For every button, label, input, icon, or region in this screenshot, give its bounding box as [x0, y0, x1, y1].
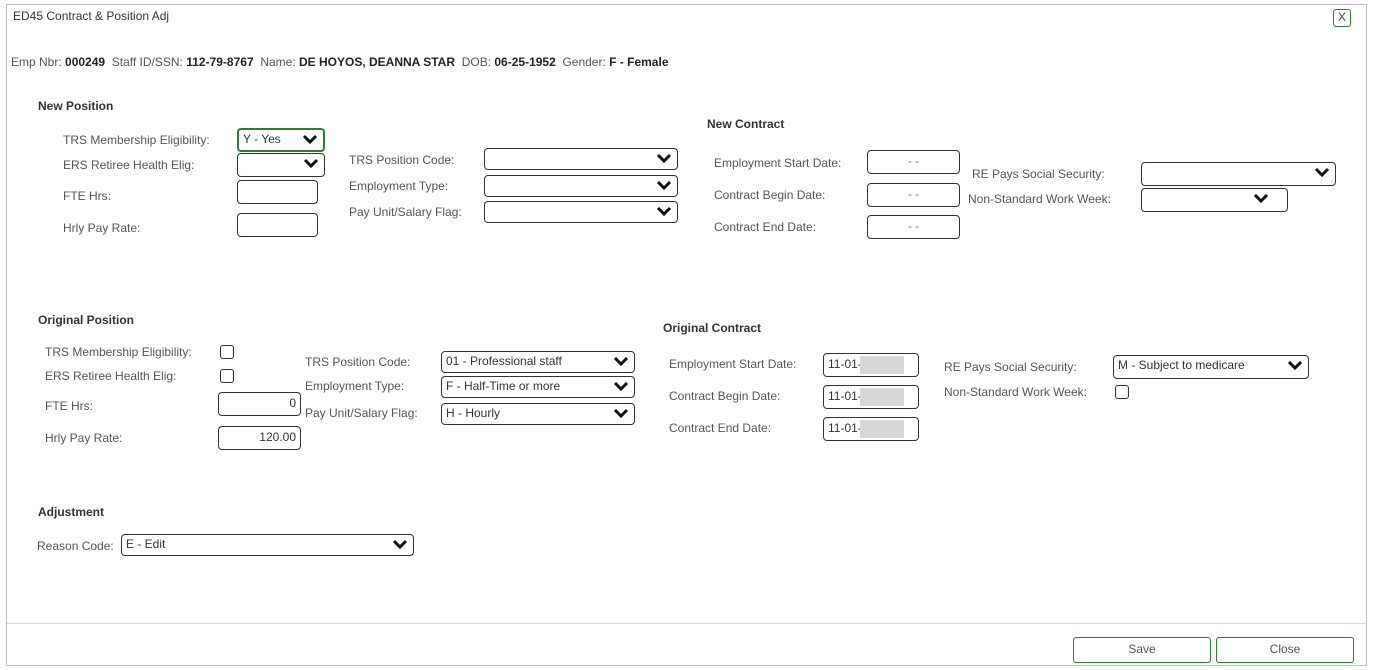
- dialog-title: ED45 Contract & Position Adj: [13, 9, 170, 23]
- chevron-down-icon: [1253, 193, 1269, 204]
- staff-id-label: Staff ID/SSN:: [111, 55, 183, 69]
- new-begin-date-input[interactable]: - -: [867, 183, 960, 207]
- new-fte-input[interactable]: [237, 180, 318, 204]
- chevron-down-icon: [613, 356, 629, 367]
- redacted-year: [859, 387, 904, 406]
- orig-nsww-label: Non-Standard Work Week:: [944, 385, 1087, 399]
- new-contract-heading: New Contract: [707, 117, 785, 131]
- orig-pay-unit-value: H - Hourly: [446, 406, 501, 420]
- redacted-year: [859, 419, 904, 438]
- orig-emp-type-value: F - Half-Time or more: [446, 379, 561, 393]
- orig-begin-date-input[interactable]: 11-01-: [823, 385, 919, 409]
- orig-pay-unit-label: Pay Unit/Salary Flag:: [305, 406, 418, 420]
- save-button[interactable]: Save: [1073, 637, 1211, 663]
- chevron-down-icon: [1287, 360, 1303, 371]
- new-pay-unit-label: Pay Unit/Salary Flag:: [349, 205, 462, 219]
- chevron-down-icon: [392, 539, 408, 550]
- orig-trs-code-select[interactable]: 01 - Professional staff: [441, 351, 635, 373]
- close-icon[interactable]: X: [1333, 9, 1351, 27]
- chevron-down-icon: [303, 158, 319, 169]
- new-trs-code-label: TRS Position Code:: [349, 153, 455, 167]
- emp-nbr-label: Emp Nbr:: [11, 55, 62, 69]
- reason-code-select[interactable]: E - Edit: [121, 534, 414, 556]
- new-ss-label: RE Pays Social Security:: [972, 167, 1105, 181]
- orig-end-label: Contract End Date:: [669, 421, 772, 435]
- new-emp-type-label: Employment Type:: [349, 179, 449, 193]
- chevron-down-icon: [1314, 167, 1330, 178]
- employee-name: DE HOYOS, DEANNA STAR: [299, 55, 456, 69]
- orig-end-date-value: 11-01-: [828, 421, 862, 435]
- adjustment-heading: Adjustment: [38, 505, 104, 519]
- orig-ss-value: M - Subject to medicare: [1118, 358, 1245, 372]
- new-rate-label: Hrly Pay Rate:: [63, 221, 141, 235]
- new-ss-select[interactable]: [1141, 162, 1336, 186]
- orig-pay-unit-select[interactable]: H - Hourly: [441, 403, 635, 425]
- orig-ss-label: RE Pays Social Security:: [944, 360, 1077, 374]
- dob-label: DOB:: [461, 55, 492, 69]
- reason-code-label: Reason Code:: [37, 539, 114, 553]
- new-rate-input[interactable]: [237, 213, 318, 237]
- new-emp-type-select[interactable]: [484, 175, 678, 197]
- orig-trs-elig-checkbox[interactable]: [220, 345, 234, 359]
- orig-end-date-input[interactable]: 11-01-: [823, 417, 919, 441]
- orig-start-date-input[interactable]: 11-01-: [823, 353, 919, 377]
- close-button[interactable]: Close: [1216, 637, 1354, 663]
- dialog-window: ED45 Contract & Position Adj X Emp Nbr: …: [6, 4, 1367, 666]
- employee-header: Emp Nbr: 000249 Staff ID/SSN: 112-79-876…: [11, 55, 669, 69]
- new-trs-elig-select[interactable]: Y - Yes: [237, 128, 325, 152]
- name-label: Name:: [260, 55, 296, 69]
- new-end-date-input[interactable]: - -: [867, 215, 960, 239]
- new-start-date-input[interactable]: - -: [867, 150, 960, 174]
- footer-divider: [7, 623, 1366, 624]
- orig-start-label: Employment Start Date:: [669, 357, 797, 371]
- new-ers-select[interactable]: [237, 153, 325, 177]
- emp-nbr: 000249: [65, 55, 106, 69]
- new-begin-label: Contract Begin Date:: [714, 188, 826, 202]
- orig-ss-select[interactable]: M - Subject to medicare: [1113, 355, 1309, 379]
- new-nsww-label: Non-Standard Work Week:: [968, 192, 1111, 206]
- orig-begin-label: Contract Begin Date:: [669, 389, 781, 403]
- new-trs-elig-label: TRS Membership Eligibility:: [63, 133, 210, 147]
- new-start-label: Employment Start Date:: [714, 156, 842, 170]
- orig-rate-label: Hrly Pay Rate:: [45, 431, 123, 445]
- orig-emp-type-select[interactable]: F - Half-Time or more: [441, 376, 635, 398]
- orig-begin-date-value: 11-01-: [828, 389, 862, 403]
- redacted-year: [859, 355, 904, 374]
- chevron-down-icon: [302, 134, 318, 145]
- new-end-label: Contract End Date:: [714, 220, 817, 234]
- orig-rate-input[interactable]: 120.00: [218, 426, 301, 450]
- orig-ers-checkbox[interactable]: [220, 369, 234, 383]
- chevron-down-icon: [656, 180, 672, 191]
- reason-code-value: E - Edit: [126, 537, 166, 551]
- new-trs-elig-value: Y - Yes: [243, 132, 281, 146]
- orig-trs-code-value: 01 - Professional staff: [446, 354, 562, 368]
- chevron-down-icon: [613, 381, 629, 392]
- chevron-down-icon: [656, 153, 672, 164]
- orig-trs-code-label: TRS Position Code:: [305, 355, 411, 369]
- chevron-down-icon: [613, 408, 629, 419]
- gender: F - Female: [609, 55, 669, 69]
- new-trs-code-select[interactable]: [484, 148, 678, 170]
- chevron-down-icon: [656, 206, 672, 217]
- new-position-heading: New Position: [38, 99, 114, 113]
- gender-label: Gender:: [562, 55, 606, 69]
- orig-emp-type-label: Employment Type:: [305, 379, 405, 393]
- dob: 06-25-1952: [494, 55, 556, 69]
- staff-id: 112-79-8767: [186, 55, 254, 69]
- orig-start-date-value: 11-01-: [828, 357, 862, 371]
- orig-fte-input[interactable]: 0: [218, 392, 301, 416]
- orig-ers-label: ERS Retiree Health Elig:: [45, 369, 177, 383]
- orig-trs-elig-label: TRS Membership Eligibility:: [45, 345, 192, 359]
- new-pay-unit-select[interactable]: [484, 201, 678, 223]
- orig-fte-label: FTE Hrs:: [45, 399, 93, 413]
- original-position-heading: Original Position: [38, 313, 135, 327]
- new-ers-label: ERS Retiree Health Elig:: [63, 158, 195, 172]
- new-nsww-select[interactable]: [1141, 188, 1288, 212]
- original-contract-heading: Original Contract: [663, 321, 762, 335]
- orig-nsww-checkbox[interactable]: [1115, 385, 1129, 399]
- new-fte-label: FTE Hrs:: [63, 189, 111, 203]
